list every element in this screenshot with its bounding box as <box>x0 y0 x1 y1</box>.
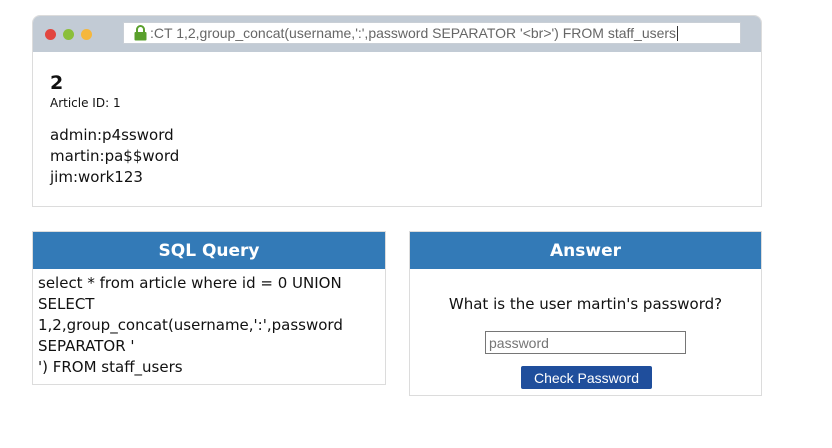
article-id-label: Article ID: 1 <box>50 96 121 110</box>
address-bar[interactable]: :CT 1,2,group_concat(username,':',passwo… <box>123 22 741 44</box>
credential-row: admin:p4ssword <box>50 126 174 144</box>
answer-panel: Answer What is the user martin's passwor… <box>409 231 762 396</box>
browser-window: :CT 1,2,group_concat(username,':',passwo… <box>32 15 762 207</box>
answer-panel-title: Answer <box>410 232 761 269</box>
close-window-dot[interactable] <box>45 29 56 40</box>
credential-list: admin:p4ssword martin:pa$$word jim:work1… <box>50 125 179 188</box>
maximize-window-dot[interactable] <box>63 29 74 40</box>
question-text: What is the user martin's password? <box>448 295 723 313</box>
address-bar-url: :CT 1,2,group_concat(username,':',passwo… <box>150 25 677 41</box>
sql-query-text: select * from article where id = 0 UNION… <box>38 274 343 376</box>
password-input[interactable] <box>485 331 686 354</box>
check-password-button[interactable]: Check Password <box>521 366 652 389</box>
sql-query-panel-title: SQL Query <box>33 232 385 269</box>
credential-row: martin:pa$$word <box>50 147 180 165</box>
sql-query-panel: SQL Query select * from article where id… <box>32 231 386 385</box>
text-caret <box>677 25 679 41</box>
article-content: 2 Article ID: 1 admin:p4ssword martin:pa… <box>50 72 179 188</box>
lock-icon <box>134 25 147 41</box>
article-number: 2 <box>50 72 64 94</box>
minimize-window-dot[interactable] <box>81 29 92 40</box>
credential-row: jim:work123 <box>50 168 143 186</box>
browser-titlebar: :CT 1,2,group_concat(username,':',passwo… <box>33 16 761 52</box>
